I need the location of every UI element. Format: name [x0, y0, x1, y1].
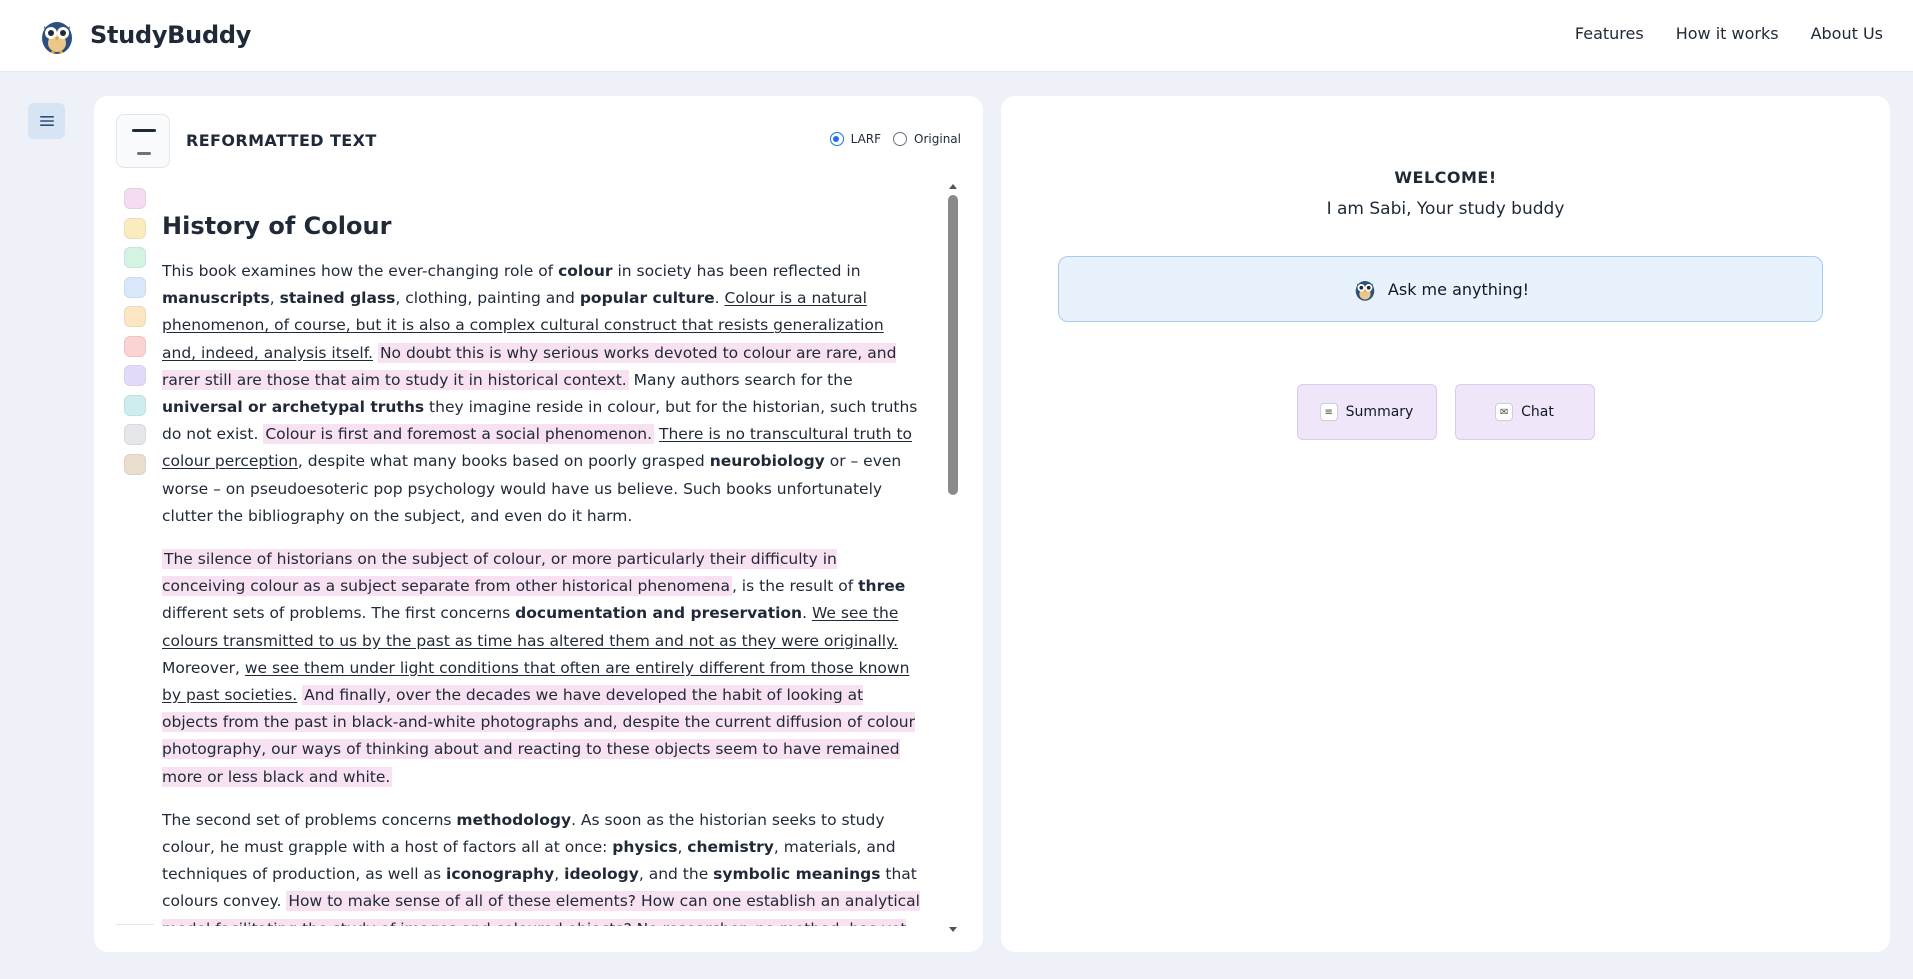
panel-title: REFORMATTED TEXT	[186, 131, 377, 150]
highlight-swatch-5[interactable]	[124, 306, 146, 327]
radio-original[interactable]: Original	[893, 132, 961, 146]
document-scroll-area[interactable]: History of Colour This book examines how…	[162, 184, 922, 926]
radio-original-dot[interactable]	[893, 132, 908, 146]
top-navigation-bar: StudyBuddy Features How it works About U…	[0, 0, 1913, 72]
brand-name: StudyBuddy	[90, 21, 252, 49]
scrollbar[interactable]	[946, 184, 960, 932]
action-buttons: ≡ Summary ✉ Chat	[1001, 384, 1890, 440]
welcome-heading: WELCOME!	[1394, 168, 1497, 187]
divider	[116, 924, 154, 925]
nav-features[interactable]: Features	[1575, 24, 1644, 43]
radio-larf[interactable]: LARF	[829, 132, 882, 146]
highlight-swatch-8[interactable]	[124, 394, 146, 416]
paragraph-2: The silence of historians on the subject…	[162, 549, 915, 787]
chat-icon: ✉	[1495, 403, 1514, 421]
summary-icon: ≡	[1319, 403, 1338, 421]
highlight-swatch-10[interactable]	[124, 453, 146, 475]
owl-avatar-icon	[1355, 280, 1375, 301]
scroll-down-icon[interactable]	[949, 927, 957, 932]
summary-label: Summary	[1345, 404, 1414, 420]
radio-larf-label: LARF	[850, 132, 882, 146]
radio-larf-dot[interactable]	[829, 132, 844, 146]
radio-original-label: Original	[914, 132, 961, 146]
owl-logo-icon	[42, 22, 72, 54]
assistant-panel: WELCOME! I am Sabi, Your study buddy Ask…	[1001, 96, 1890, 952]
highlight-swatch-6[interactable]	[124, 335, 146, 357]
scrollbar-thumb[interactable]	[948, 195, 958, 495]
paragraph-3: The second set of problems concerns meth…	[162, 807, 922, 926]
ask-anything-button[interactable]: Ask me anything!	[1058, 256, 1823, 322]
highlight-swatch-3[interactable]	[124, 247, 146, 268]
nav-how-it-works[interactable]: How it works	[1676, 24, 1779, 43]
scroll-up-icon[interactable]	[949, 184, 957, 189]
chat-label: Chat	[1521, 404, 1554, 420]
mode-radio-group: LARF Original	[818, 132, 961, 146]
panel-header: REFORMATTED TEXT LARF Original	[116, 114, 961, 168]
main-nav: Features How it works About Us	[1543, 24, 1883, 43]
chat-button[interactable]: ✉ Chat	[1454, 384, 1595, 440]
highlight-color-palette	[124, 188, 146, 483]
highlight-swatch-7[interactable]	[124, 365, 146, 386]
sidebar-toggle-button[interactable]	[28, 103, 65, 139]
menu-icon	[39, 116, 54, 126]
nav-about-us[interactable]: About Us	[1811, 24, 1883, 43]
format-toggle-button[interactable]	[116, 114, 170, 168]
highlight-swatch-4[interactable]	[124, 276, 146, 298]
highlight-swatch-1[interactable]	[124, 188, 146, 209]
paragraph-1: This book examines how the ever-changing…	[162, 262, 918, 525]
ask-anything-label: Ask me anything!	[1387, 279, 1530, 299]
format-bar-icon	[132, 129, 156, 132]
summary-button[interactable]: ≡ Summary	[1296, 384, 1437, 440]
brand[interactable]: StudyBuddy	[36, 14, 251, 56]
highlight-swatch-9[interactable]	[124, 424, 146, 445]
document-title: History of Colour	[162, 212, 392, 240]
highlight-swatch-2[interactable]	[124, 217, 146, 239]
welcome-subtitle: I am Sabi, Your study buddy	[1326, 199, 1565, 219]
reformatted-text-panel: REFORMATTED TEXT LARF Original History o…	[94, 96, 983, 952]
format-bar-short-icon	[137, 152, 151, 155]
